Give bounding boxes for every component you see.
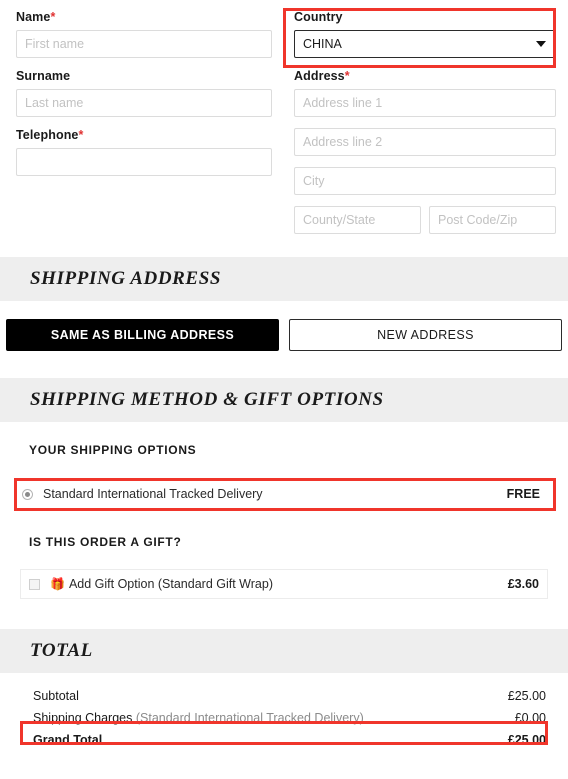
shipping-charges-value: £0.00	[514, 711, 546, 725]
shipping-charges-label: Shipping Charges (Standard International…	[33, 711, 364, 725]
county-state-input[interactable]	[294, 206, 421, 234]
grand-total-label: Grand Total	[33, 733, 103, 747]
gift-option-label: Add Gift Option (Standard Gift Wrap)	[68, 577, 273, 591]
county-postcode-row	[294, 206, 556, 234]
subtotal-label: Subtotal	[33, 689, 79, 703]
gift-option-checkbox[interactable]	[29, 578, 40, 590]
shipping-option-label: Standard International Tracked Delivery	[43, 487, 263, 501]
required-asterisk: *	[344, 69, 350, 83]
totals-list: Subtotal £25.00 Shipping Charges (Standa…	[0, 673, 568, 751]
first-name-input[interactable]	[16, 30, 272, 58]
shipping-address-section-header: SHIPPING ADDRESS	[0, 257, 568, 301]
required-asterisk: *	[50, 10, 56, 24]
post-code-zip-input[interactable]	[429, 206, 556, 234]
billing-left-column: Name* Surname Telephone*	[0, 0, 284, 234]
same-as-billing-address-button[interactable]: SAME AS BILLING ADDRESS	[6, 319, 279, 351]
gift-option-row[interactable]: 🎁 Add Gift Option (Standard Gift Wrap) £…	[20, 569, 548, 599]
city-input[interactable]	[294, 167, 556, 195]
required-asterisk: *	[78, 128, 84, 142]
country-select-wrapper: CHINA	[294, 30, 556, 58]
shipping-method-heading: SHIPPING METHOD & GIFT OPTIONS	[30, 389, 384, 410]
grand-total-value: £25.00	[507, 733, 546, 747]
shipping-address-heading: SHIPPING ADDRESS	[30, 268, 222, 289]
shipping-option-radio[interactable]	[22, 488, 33, 500]
address-line-1-input[interactable]	[294, 89, 556, 117]
shipping-option-row[interactable]: Standard International Tracked Delivery …	[14, 479, 548, 509]
address-label: Address*	[294, 69, 350, 83]
new-address-button[interactable]: NEW ADDRESS	[289, 319, 562, 351]
address-choice-buttons: SAME AS BILLING ADDRESS NEW ADDRESS	[0, 301, 568, 351]
last-name-input[interactable]	[16, 89, 272, 117]
table-row: Subtotal £25.00	[20, 685, 548, 707]
county-field-wrapper	[294, 206, 421, 234]
shipping-method-section-header: SHIPPING METHOD & GIFT OPTIONS	[0, 378, 568, 422]
surname-label: Surname	[16, 69, 71, 83]
total-section-header: TOTAL	[0, 629, 568, 673]
total-heading: TOTAL	[30, 640, 93, 661]
your-shipping-options-subheading: YOUR SHIPPING OPTIONS	[29, 443, 197, 457]
billing-form: Name* Surname Telephone* Country CHINA A…	[0, 0, 568, 234]
postcode-field-wrapper	[429, 206, 556, 234]
gift-option-price: £3.60	[507, 577, 539, 591]
country-select[interactable]: CHINA	[294, 30, 556, 58]
address-line-2-input[interactable]	[294, 128, 556, 156]
is-this-order-a-gift-subheading: IS THIS ORDER A GIFT?	[29, 535, 182, 549]
country-label: Country	[294, 10, 343, 24]
gift-icon: 🎁	[50, 577, 65, 591]
name-label: Name*	[16, 10, 56, 24]
shipping-option-price: FREE	[506, 487, 540, 501]
grand-total-row: Grand Total £25.00	[20, 729, 548, 751]
subtotal-value: £25.00	[507, 689, 546, 703]
telephone-input[interactable]	[16, 148, 272, 176]
telephone-label: Telephone*	[16, 128, 84, 142]
shipping-charges-row: Shipping Charges (Standard International…	[20, 707, 548, 729]
billing-right-column: Country CHINA Address*	[284, 0, 568, 234]
